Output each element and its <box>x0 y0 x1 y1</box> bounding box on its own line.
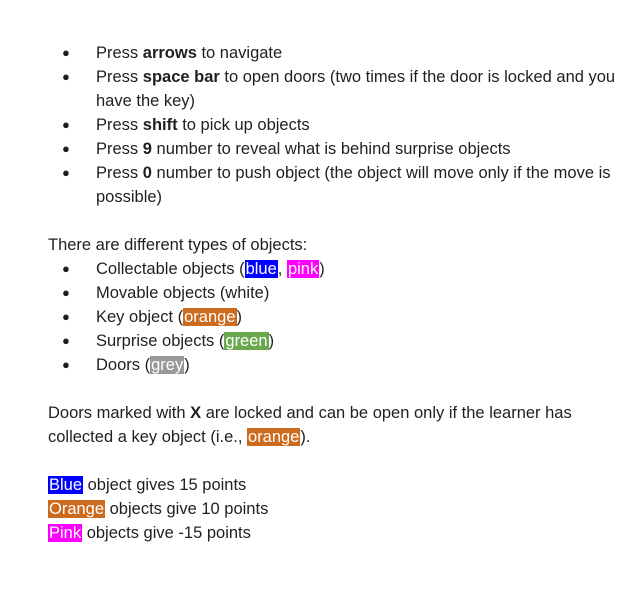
object-post: ) <box>184 356 190 374</box>
points-text: objects give -15 points <box>82 524 251 542</box>
points-line: Pink objects give -15 points <box>48 521 618 545</box>
instructions-document: ● Press arrows to navigate ● Press space… <box>48 41 618 545</box>
blue-highlight: Blue <box>48 476 84 494</box>
list-item: ● Press shift to pick up objects <box>48 113 618 137</box>
object-pre: Surprise objects ( <box>96 332 225 350</box>
control-post: to pick up objects <box>177 116 310 134</box>
control-pre: Press <box>96 44 143 62</box>
bullet-icon: ● <box>62 69 70 84</box>
bullet-icon: ● <box>62 45 70 60</box>
doors-note: Doors marked with X are locked and can b… <box>48 401 618 449</box>
orange-highlight: orange <box>183 308 237 326</box>
list-item: ● Press arrows to navigate <box>48 41 618 65</box>
green-highlight: green <box>224 332 269 350</box>
control-key: 9 <box>142 140 152 158</box>
points-line: Blue object gives 15 points <box>48 473 618 497</box>
object-text: Movable objects (white) <box>96 284 270 302</box>
list-item: ● Press 9 number to reveal what is behin… <box>48 137 618 161</box>
bullet-icon: ● <box>62 357 70 372</box>
control-pre: Press <box>96 68 143 86</box>
control-pre: Press <box>96 140 143 158</box>
pink-highlight: pink <box>286 260 320 278</box>
object-pre: Key object ( <box>96 308 184 326</box>
object-post: ) <box>236 308 243 326</box>
bullet-icon: ● <box>62 333 70 348</box>
points-list: Blue object gives 15 points Orange objec… <box>48 473 618 545</box>
blue-highlight: blue <box>244 260 278 278</box>
locked-mark: X <box>190 404 202 422</box>
list-item: ● Press 0 number to push object (the obj… <box>48 161 618 209</box>
grey-highlight: grey <box>150 356 185 374</box>
list-item: ● Surprise objects (green) <box>48 329 618 353</box>
bullet-icon: ● <box>62 165 70 180</box>
control-pre: Press <box>96 116 143 134</box>
controls-list: ● Press arrows to navigate ● Press space… <box>48 41 618 209</box>
objects-intro: There are different types of objects: <box>48 236 308 254</box>
object-post: ) <box>319 260 325 278</box>
list-item: ● Movable objects (white) <box>48 281 618 305</box>
orange-highlight: orange <box>247 428 301 446</box>
bullet-icon: ● <box>62 285 70 300</box>
object-pre: Collectable objects ( <box>96 260 245 278</box>
object-pre: Doors ( <box>96 356 151 374</box>
object-post: ) <box>268 332 275 350</box>
orange-highlight: Orange <box>48 500 106 518</box>
control-post: number to reveal what is behind surprise… <box>151 140 511 158</box>
control-post: to navigate <box>196 44 283 62</box>
bullet-icon: ● <box>62 261 70 276</box>
pink-highlight: Pink <box>48 524 83 542</box>
list-item: ● Collectable objects (blue, pink) <box>48 257 618 281</box>
control-pre: Press <box>96 164 143 182</box>
object-sep: , <box>277 260 287 278</box>
doors-note-post: ). <box>300 428 311 446</box>
points-text: objects give 10 points <box>105 500 269 518</box>
list-item: ● Press space bar to open doors (two tim… <box>48 65 618 113</box>
list-item: ● Key object (orange) <box>48 305 618 329</box>
control-key: space bar <box>142 68 220 86</box>
points-line: Orange objects give 10 points <box>48 497 618 521</box>
objects-list: ● Collectable objects (blue, pink) ● Mov… <box>48 257 618 377</box>
bullet-icon: ● <box>62 117 70 132</box>
control-key: shift <box>142 116 178 134</box>
bullet-icon: ● <box>62 141 70 156</box>
list-item: ● Doors (grey) <box>48 353 618 377</box>
points-text: object gives 15 points <box>83 476 247 494</box>
doors-note-pre: Doors marked with <box>48 404 191 422</box>
control-post: number to push object (the object will m… <box>96 164 611 206</box>
bullet-icon: ● <box>62 309 70 324</box>
control-key: arrows <box>142 44 197 62</box>
control-key: 0 <box>142 164 152 182</box>
